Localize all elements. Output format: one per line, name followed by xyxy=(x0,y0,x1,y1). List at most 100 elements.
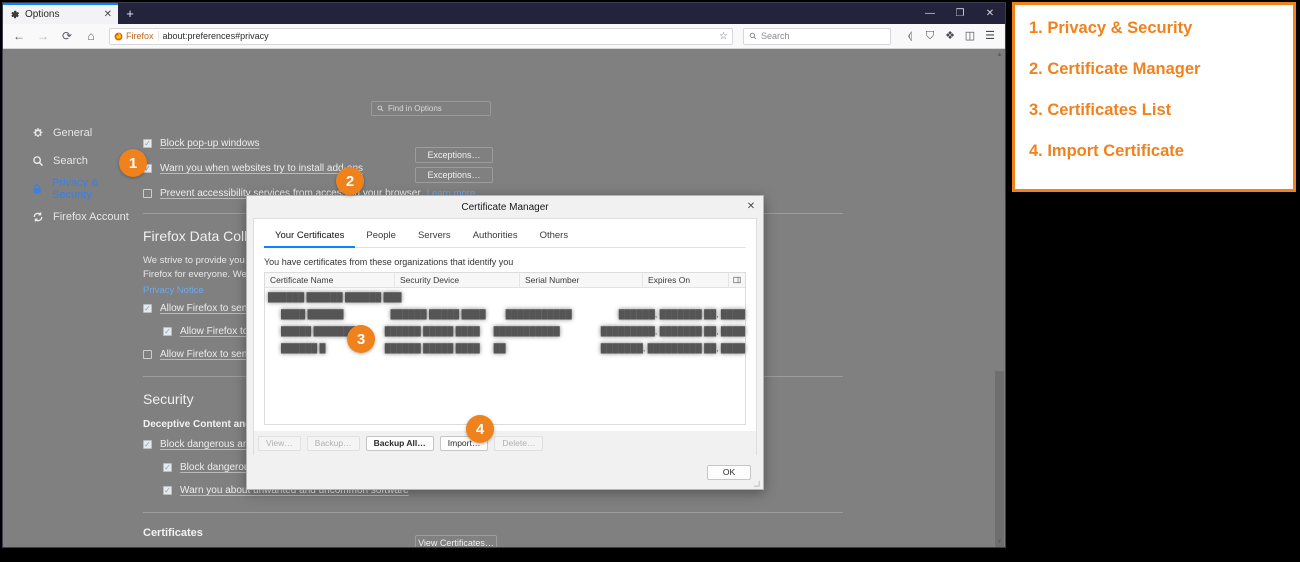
tab-your-certificates[interactable]: Your Certificates xyxy=(264,227,356,248)
column-header-certificate-name[interactable]: Certificate Name xyxy=(265,273,395,287)
cell-certificate-name: ████ ██████ xyxy=(281,308,344,319)
scrollbar-thumb[interactable] xyxy=(995,371,1004,547)
checkbox-allow-technical-data[interactable]: ✓ xyxy=(143,304,152,313)
column-header-expires-on[interactable]: Expires On xyxy=(643,273,729,287)
url-text: about:preferences#privacy xyxy=(162,31,269,41)
columns-icon[interactable] xyxy=(729,273,745,287)
exceptions-popups-button[interactable]: Exceptions… xyxy=(415,147,493,163)
forward-button[interactable]: → xyxy=(33,26,53,46)
table-row[interactable]: ██████ ██████ ██████ ███ xyxy=(265,288,745,305)
legend-item-4: 4. Import Certificate xyxy=(1029,142,1184,160)
find-placeholder: Find in Options xyxy=(388,104,442,113)
checkbox-prevent-a11y[interactable] xyxy=(143,189,152,198)
dialog-titlebar: Certificate Manager ✕ xyxy=(247,196,763,218)
checkbox-block-popups[interactable]: ✓ xyxy=(143,139,152,148)
new-tab-button[interactable]: + xyxy=(118,3,142,24)
scroll-up-arrow[interactable]: ▲ xyxy=(994,49,1005,60)
bookmark-star-icon[interactable]: ☆ xyxy=(719,31,728,42)
section-title-certificates: Certificates xyxy=(143,527,203,539)
toolbar-icon-group: ⦉ ⛉ ❖ ◫ ☰ xyxy=(901,27,999,45)
tab-close-icon[interactable]: ✕ xyxy=(104,9,112,20)
legend-panel: 1. Privacy & Security 2. Certificate Man… xyxy=(1012,2,1296,192)
preferences-sidebar: General Search Privacy & Security Firefo… xyxy=(3,119,133,231)
backup-all-button[interactable]: Backup All… xyxy=(365,435,434,451)
browser-tab-options[interactable]: Options ✕ xyxy=(3,3,118,24)
checkbox-warn-unwanted[interactable]: ✓ xyxy=(163,486,172,495)
screenshot-root: Options ✕ + — ❐ ✕ ← → ⟳ ⌂ Firefox about:… xyxy=(0,0,1300,562)
extension-icon[interactable]: ❖ xyxy=(941,27,959,45)
identity-label: Firefox xyxy=(126,31,154,41)
exceptions-addons-button[interactable]: Exceptions… xyxy=(415,167,493,183)
legend-item-3: 3. Certificates List xyxy=(1029,101,1172,119)
backup-button[interactable]: Backup… xyxy=(306,435,360,451)
window-controls: — ❐ ✕ xyxy=(915,3,1005,24)
sync-icon xyxy=(31,211,44,224)
pref-block-popups[interactable]: ✓ Block pop-up windows xyxy=(143,137,983,151)
certificate-manager-dialog: Certificate Manager ✕ Your Certificates … xyxy=(246,195,764,490)
close-window-button[interactable]: ✕ xyxy=(975,3,1005,24)
column-header-security-device[interactable]: Security Device xyxy=(395,273,520,287)
lock-icon xyxy=(31,183,43,196)
page-scrollbar[interactable]: ▲ ▼ xyxy=(994,49,1005,547)
scroll-down-arrow[interactable]: ▼ xyxy=(994,536,1005,547)
sidebar-item-privacy-security[interactable]: Privacy & Security xyxy=(3,175,133,203)
callout-2-certificate-manager: 2 xyxy=(336,167,364,195)
pref-label: Block pop-up windows xyxy=(160,138,260,149)
sidebar-item-general[interactable]: General xyxy=(3,119,133,147)
minimize-button[interactable]: — xyxy=(915,3,945,24)
dialog-body: Your Certificates People Servers Authori… xyxy=(253,218,757,431)
sidebar-item-label: Search xyxy=(53,155,88,167)
gear-icon xyxy=(31,127,44,140)
dialog-close-icon[interactable]: ✕ xyxy=(745,201,757,213)
sidebar-icon[interactable]: ◫ xyxy=(961,27,979,45)
identity-box[interactable]: Firefox xyxy=(114,31,159,41)
home-button[interactable]: ⌂ xyxy=(81,26,101,46)
ok-button[interactable]: OK xyxy=(707,464,751,480)
back-button[interactable]: ← xyxy=(9,26,29,46)
tab-people[interactable]: People xyxy=(355,227,407,248)
view-button[interactable]: View… xyxy=(258,435,301,451)
checkbox-block-dangerous[interactable]: ✓ xyxy=(143,440,152,449)
checkbox-allow-studies[interactable]: ✓ xyxy=(163,327,172,336)
search-icon xyxy=(31,155,44,168)
table-row[interactable]: ████ ██████ ██████ █████ ████ ██████████… xyxy=(265,305,745,322)
sidebar-item-label: Firefox Account xyxy=(53,211,129,223)
pref-warn-addons[interactable]: ✓ Warn you when websites try to install … xyxy=(143,162,983,176)
tab-authorities[interactable]: Authorities xyxy=(462,227,529,248)
pref-label: Warn you when websites try to install ad… xyxy=(160,163,364,174)
library-icon[interactable]: ⦉ xyxy=(901,27,919,45)
delete-button[interactable]: Delete… xyxy=(494,435,544,451)
column-header-serial-number[interactable]: Serial Number xyxy=(520,273,643,287)
find-in-options-input[interactable]: Find in Options xyxy=(371,101,491,116)
cell-expires-on: ██████, ███████ ██, ████ xyxy=(618,308,745,319)
tab-strip: Options ✕ + — ❐ ✕ xyxy=(3,3,1005,24)
search-bar[interactable]: Search xyxy=(743,27,891,45)
url-bar[interactable]: Firefox about:preferences#privacy ☆ xyxy=(109,27,733,45)
sidebar-item-search[interactable]: Search xyxy=(3,147,133,175)
firefox-window: Options ✕ + — ❐ ✕ ← → ⟳ ⌂ Firefox about:… xyxy=(2,2,1006,548)
dialog-description: You have certificates from these organiz… xyxy=(264,257,514,267)
reload-button[interactable]: ⟳ xyxy=(57,26,77,46)
cell-expires-on: ███████, █████████ ██, ████ xyxy=(600,342,745,353)
search-icon xyxy=(377,105,384,112)
legend-item-2: 2. Certificate Manager xyxy=(1029,60,1201,78)
checkbox-allow-crash-reports[interactable] xyxy=(143,350,152,359)
cell-serial-number: ███████████ xyxy=(505,308,572,319)
table-body[interactable]: ██████ ██████ ██████ ███ ████ ██████ ███… xyxy=(265,288,745,424)
certificates-table[interactable]: Certificate Name Security Device Serial … xyxy=(264,272,746,425)
sidebar-item-firefox-account[interactable]: Firefox Account xyxy=(3,203,133,231)
table-row[interactable]: █████ ███████ ██████ █████ ████ ████████… xyxy=(265,322,745,339)
table-row[interactable]: ██████ █ ██████ █████ ████ ██ ███████, █… xyxy=(265,339,745,356)
checkbox-block-downloads[interactable]: ✓ xyxy=(163,463,172,472)
tab-servers[interactable]: Servers xyxy=(407,227,462,248)
table-header-row: Certificate Name Security Device Serial … xyxy=(265,273,745,288)
view-certificates-button[interactable]: View Certificates… xyxy=(415,535,497,547)
resize-grip-icon[interactable] xyxy=(753,480,760,487)
callout-4-import-certificate: 4 xyxy=(466,415,494,443)
shield-icon[interactable]: ⛉ xyxy=(921,27,939,45)
cell-security-device: ██████ █████ ████ xyxy=(384,342,480,353)
tab-others[interactable]: Others xyxy=(529,227,580,248)
callout-1-privacy-security: 1 xyxy=(119,149,147,177)
menu-icon[interactable]: ☰ xyxy=(981,27,999,45)
maximize-button[interactable]: ❐ xyxy=(945,3,975,24)
